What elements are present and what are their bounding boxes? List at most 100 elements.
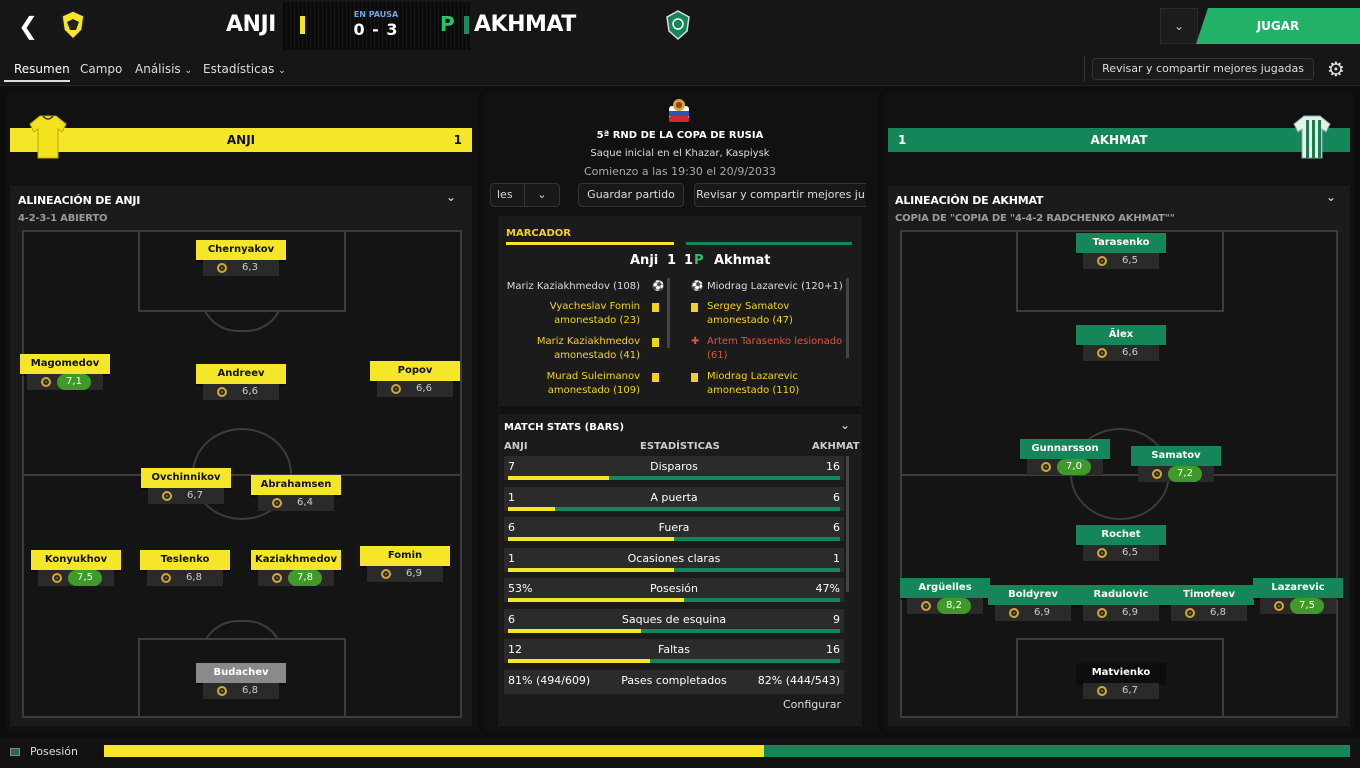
home-event: Mariz Kaziakhmedov amonestado (41) (536, 336, 640, 361)
player-rating-box: 6,3 (203, 260, 279, 276)
stat-away-value: 16 (826, 460, 840, 473)
home-player-card[interactable]: Fomin 6,9 (360, 546, 450, 582)
stats-scrollbar[interactable] (846, 456, 849, 592)
stat-away-bar (609, 476, 840, 480)
player-rating: 6,9 (406, 568, 422, 579)
chevron-down-icon[interactable]: ⌄ (840, 418, 850, 432)
player-name: Samatov (1131, 446, 1221, 466)
away-player-card[interactable]: Radulovic 6,9 (1076, 585, 1166, 621)
save-match-button[interactable]: Guardar partido (578, 183, 684, 207)
player-name: Timofeev (1164, 585, 1254, 605)
chevron-down-icon[interactable]: ⌄ (524, 183, 560, 207)
stat-home-value: 6 (508, 612, 515, 626)
tab-estadisticas[interactable]: Estadísticas ⌄ (203, 62, 286, 76)
home-player-card[interactable]: Ovchinnikov 6,7 (141, 468, 231, 504)
away-events-scrollbar[interactable] (846, 278, 849, 358)
player-name: Gunnarsson (1020, 439, 1110, 459)
gear-icon[interactable]: ⚙ (1322, 56, 1350, 82)
player-rating-box: 6,7 (148, 488, 224, 504)
away-player-card[interactable]: Timofeev 6,8 (1164, 585, 1254, 621)
player-rating-box: 6,7 (1083, 683, 1159, 699)
home-player-card[interactable]: Andreev 6,6 (196, 364, 286, 400)
rating-icon (1097, 548, 1107, 558)
away-player-card[interactable]: Argüelles 8,2 (900, 578, 990, 614)
home-formation: 4-2-3-1 ABIERTO (18, 213, 108, 224)
away-player-card[interactable]: Samatov 7,2 (1131, 446, 1221, 482)
home-player-card[interactable]: Magomedov 7,1 (20, 354, 110, 390)
green-marker (464, 16, 469, 34)
tab-campo[interactable]: Campo (80, 62, 122, 76)
away-player-card[interactable]: Tarasenko 6,5 (1076, 233, 1166, 269)
stat-away-value: 16 (826, 643, 840, 656)
player-name: Boldyrev (988, 585, 1078, 605)
away-player-card[interactable]: Rochet 6,5 (1076, 525, 1166, 561)
player-rating: 6,5 (1122, 547, 1138, 558)
player-name: Popov (370, 361, 460, 381)
match-start-time: Comienzo a las 19:30 el 20/9/2033 (583, 165, 777, 178)
chevron-down-icon[interactable]: ⌄ (446, 190, 456, 204)
stats-col-mid: ESTADÍSTICAS (640, 441, 720, 452)
home-player-card[interactable]: Popov 6,6 (370, 361, 460, 397)
player-name: Ovchinnikov (141, 468, 231, 488)
stat-home-bar (508, 659, 650, 663)
player-rating-box: 6,5 (1083, 253, 1159, 269)
home-player-card[interactable]: Konyukhov 7,5 (31, 550, 121, 586)
player-name: Andreev (196, 364, 286, 384)
player-name: Magomedov (20, 354, 110, 374)
stat-home-bar (508, 476, 609, 480)
possession-icon (10, 748, 20, 756)
home-player-card[interactable]: Abrahamsen 6,4 (251, 475, 341, 511)
away-player-card[interactable]: Matvienko 6,7 (1076, 663, 1166, 699)
stats-col-away: AKHMAT (812, 441, 860, 452)
away-player-card[interactable]: Lazarevic 7,5 (1253, 578, 1343, 614)
player-rating: 6,5 (1122, 255, 1138, 266)
home-player-card[interactable]: Kaziakhmedov 7,8 (251, 550, 341, 586)
stat-row: Faltas 12 16 (504, 639, 844, 663)
player-rating: 7,1 (57, 374, 91, 390)
home-player-card[interactable]: Chernyakov 6,3 (196, 240, 286, 276)
rating-icon (217, 387, 227, 397)
review-highlights-center-button[interactable]: Revisar y compartir mejores ju (694, 183, 866, 207)
away-player-card[interactable]: Ālex 6,6 (1076, 325, 1166, 361)
tab-resumen[interactable]: Resumen (14, 62, 70, 76)
away-color-line (686, 242, 852, 245)
back-arrow-icon[interactable]: ❮ (14, 12, 42, 40)
yellow-card-icon (691, 303, 698, 312)
highlights-partial-button[interactable]: les (490, 183, 526, 207)
player-rating-box: 6,8 (147, 570, 223, 586)
rating-icon (161, 573, 171, 583)
review-highlights-button[interactable]: Revisar y compartir mejores jugadas (1092, 58, 1314, 80)
rating-icon (1274, 601, 1284, 611)
home-events-scrollbar[interactable] (667, 278, 670, 348)
player-name: Matvienko (1076, 663, 1166, 683)
player-rating: 6,9 (1034, 607, 1050, 618)
player-rating-box: 7,0 (1027, 459, 1103, 475)
possession-footer: Posesión (0, 738, 1360, 768)
stat-home-value: 12 (508, 643, 522, 656)
player-rating-box: 6,9 (367, 566, 443, 582)
play-button[interactable]: JUGAR (1196, 8, 1360, 44)
yellow-card-icon (652, 338, 659, 347)
tab-analisis[interactable]: Análisis ⌄ (135, 62, 192, 76)
away-player-card[interactable]: Gunnarsson 7,0 (1020, 439, 1110, 475)
player-rating: 6,4 (297, 497, 313, 508)
away-player-card[interactable]: Boldyrev 6,9 (988, 585, 1078, 621)
chevron-down-icon[interactable]: ⌄ (1160, 8, 1198, 44)
configure-button[interactable]: Configurar (772, 694, 852, 718)
player-rating: 6,6 (1122, 347, 1138, 358)
scoreboard-away: Akhmat (714, 253, 771, 268)
rating-icon (272, 573, 282, 583)
player-name: Rochet (1076, 525, 1166, 545)
player-rating-box: 6,9 (995, 605, 1071, 621)
player-rating-box: 6,8 (203, 683, 279, 699)
rating-icon (41, 377, 51, 387)
rating-icon (1097, 686, 1107, 696)
player-rating-box: 6,5 (1083, 545, 1159, 561)
away-team-name: AKHMAT (474, 12, 576, 37)
home-player-card[interactable]: Teslenko 6,8 (140, 550, 230, 586)
chevron-down-icon[interactable]: ⌄ (1326, 190, 1336, 204)
stat-away-bar (555, 506, 840, 511)
stat-away-bar (674, 567, 840, 572)
home-player-card[interactable]: Budachev 6,8 (196, 663, 286, 699)
rating-icon (391, 384, 401, 394)
